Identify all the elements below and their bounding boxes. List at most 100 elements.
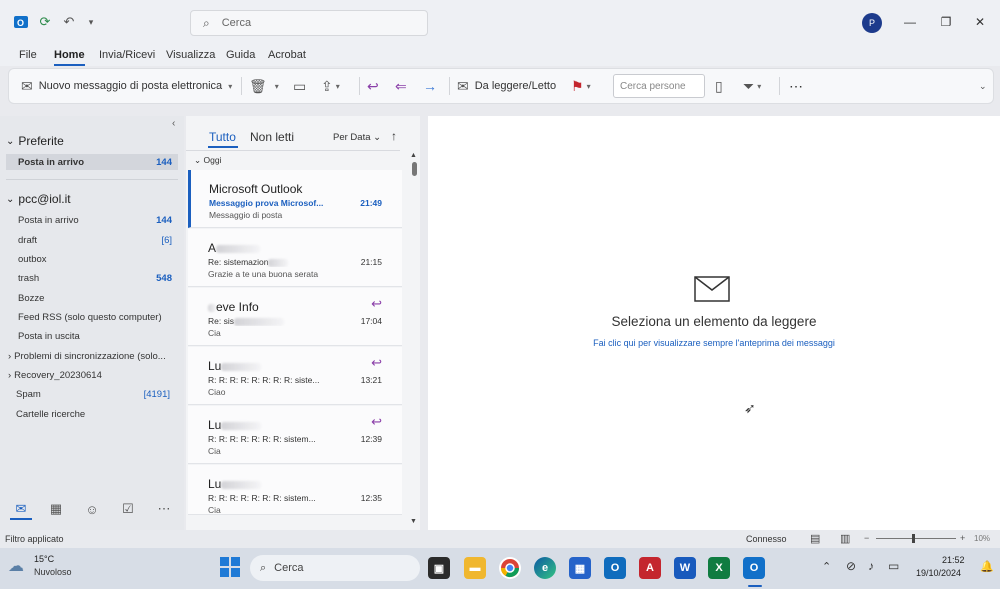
- restore-button[interactable]: ❐: [934, 12, 958, 32]
- tab-all[interactable]: Tutto: [209, 130, 236, 144]
- account-header[interactable]: ⌄ pcc@iol.it: [6, 192, 71, 206]
- folder-outbox[interactable]: outbox: [18, 251, 178, 267]
- clock-date[interactable]: 19/10/2024: [916, 568, 961, 578]
- scrollbar-thumb[interactable]: [412, 162, 417, 176]
- favorite-inbox[interactable]: Posta in arrivo 144: [6, 154, 178, 170]
- store-icon[interactable]: ▦: [569, 557, 591, 579]
- delete-button[interactable]: 🗑 ▾: [249, 69, 279, 103]
- move-button[interactable]: ⇪ ▾: [321, 69, 340, 103]
- scroll-up-arrow[interactable]: ▲: [410, 152, 417, 159]
- normal-view-icon[interactable]: ▤: [810, 532, 820, 545]
- folder-spam[interactable]: Spam [4191]: [16, 386, 176, 402]
- taskbar-search[interactable]: ⌕ Cerca: [250, 555, 420, 581]
- quick-access-dropdown-icon[interactable]: ▾: [82, 13, 100, 31]
- start-button[interactable]: [220, 557, 240, 580]
- filter-button[interactable]: ⏷ ▾: [743, 69, 761, 103]
- collapse-pane-icon[interactable]: ‹: [172, 118, 175, 129]
- scroll-down-arrow[interactable]: ▼: [410, 518, 417, 525]
- sort-direction-icon[interactable]: ↑: [391, 129, 397, 143]
- calendar-nav-icon[interactable]: ▦: [47, 500, 65, 518]
- favorites-header[interactable]: ⌄ Preferite: [6, 134, 64, 148]
- folder-sent-outbox[interactable]: Posta in uscita: [18, 328, 178, 344]
- tab-file[interactable]: File: [19, 49, 37, 61]
- message-item[interactable]: A Re: sistemazion Grazie a te una buona …: [188, 229, 402, 287]
- zoom-slider-thumb[interactable]: [912, 534, 915, 543]
- message-item[interactable]: Lu R: R: R: R: R: R: R: R: siste... Ciao…: [188, 347, 402, 405]
- reading-view-icon[interactable]: ▥: [840, 532, 850, 545]
- chevron-down-icon: ⌄: [6, 193, 15, 205]
- outlook-classic-icon[interactable]: O: [743, 557, 765, 579]
- sort-dropdown[interactable]: Per Data ⌄: [333, 132, 381, 143]
- tasks-nav-icon[interactable]: ☑: [119, 500, 137, 518]
- read-unread-button[interactable]: ✉ Da leggere/Letto: [457, 69, 556, 103]
- volume-icon[interactable]: ♪: [868, 559, 874, 573]
- folder-bozze[interactable]: Bozze: [18, 290, 178, 306]
- address-book-button[interactable]: ▯: [715, 69, 723, 103]
- acrobat-icon[interactable]: A: [639, 557, 661, 579]
- sync-icon[interactable]: ⟳: [36, 13, 54, 31]
- always-preview-link[interactable]: Fai clic qui per visualizzare sempre l'a…: [428, 338, 1000, 348]
- tab-send-receive[interactable]: Invia/Ricevi: [99, 49, 155, 61]
- zoom-slider[interactable]: [876, 538, 956, 539]
- tab-home[interactable]: Home: [54, 49, 85, 66]
- outlook-app-icon: O: [12, 13, 30, 31]
- minimize-button[interactable]: —: [898, 12, 922, 32]
- search-box[interactable]: ⌕ Cerca: [190, 10, 428, 36]
- weather-description[interactable]: Nuvoloso: [34, 567, 72, 577]
- clock-time[interactable]: 21:52: [942, 555, 965, 565]
- redacted-text: [221, 421, 262, 430]
- show-hidden-icons[interactable]: ⌃: [822, 560, 831, 573]
- folder-search-folders[interactable]: Cartelle ricerche: [16, 406, 176, 422]
- network-icon[interactable]: ⊘: [846, 559, 856, 573]
- message-item[interactable]: eve Info Re: sis Cia ↩ 17:04: [188, 288, 402, 346]
- folder-sync-issues[interactable]: › Problemi di sincronizzazione (solo...: [8, 348, 168, 364]
- message-time: 12:35: [360, 493, 382, 503]
- tab-help[interactable]: Guida: [226, 49, 255, 61]
- more-nav-icon[interactable]: ⋯: [155, 500, 173, 518]
- word-icon[interactable]: W: [674, 557, 696, 579]
- message-item[interactable]: Lu R: R: R: R: R: R: R: sistem... Cia 12…: [188, 465, 402, 515]
- new-message-button[interactable]: ✉ Nuovo messaggio di posta elettronica ▾: [21, 69, 232, 103]
- folder-trash[interactable]: trash 548: [18, 270, 178, 286]
- task-view-icon[interactable]: ▣: [428, 557, 450, 579]
- reply-button[interactable]: ↩: [367, 69, 379, 103]
- group-header[interactable]: ⌄ Oggi: [194, 155, 221, 166]
- tab-view[interactable]: Visualizza: [166, 49, 215, 61]
- weather-icon[interactable]: ☁: [8, 556, 24, 576]
- notifications-icon[interactable]: 🔔: [980, 560, 994, 573]
- battery-icon[interactable]: ▭: [888, 559, 899, 573]
- tab-unread[interactable]: Non letti: [250, 130, 294, 144]
- avatar[interactable]: P: [862, 13, 882, 33]
- folder-inbox[interactable]: Posta in arrivo 144: [18, 212, 178, 228]
- flag-button[interactable]: ⚑ ▾: [571, 69, 591, 103]
- reply-all-button[interactable]: ⇐: [395, 69, 407, 103]
- tab-acrobat[interactable]: Acrobat: [268, 49, 306, 61]
- message-preview: Messaggio di posta: [209, 210, 283, 220]
- undo-icon[interactable]: ↶: [60, 13, 78, 31]
- close-button[interactable]: ✕: [968, 12, 992, 32]
- more-options-icon[interactable]: ⋯: [789, 69, 803, 103]
- forward-button[interactable]: →: [423, 69, 437, 103]
- flag-icon: ⚑: [571, 77, 584, 94]
- file-explorer-icon[interactable]: ▬: [464, 557, 486, 579]
- mail-nav-icon[interactable]: ✉: [12, 500, 30, 518]
- expand-ribbon-icon[interactable]: ⌄: [979, 69, 987, 103]
- outlook-new-icon[interactable]: O: [604, 557, 626, 579]
- message-item[interactable]: Microsoft Outlook Messaggio prova Micros…: [188, 170, 402, 228]
- weather-temperature[interactable]: 15°C: [34, 554, 54, 564]
- excel-icon[interactable]: X: [708, 557, 730, 579]
- folder-rss-feeds[interactable]: Feed RSS (solo questo computer): [18, 309, 178, 325]
- folder-recovery[interactable]: › Recovery_20230614: [8, 367, 168, 383]
- edge-icon[interactable]: e: [534, 557, 556, 579]
- message-item[interactable]: Lu R: R: R: R: R: R: R: sistem... Cia ↩ …: [188, 406, 402, 464]
- archive-button[interactable]: ▭: [293, 69, 306, 103]
- title-bar: O ⟳ ↶ ▾ ⌕ Cerca P — ❐ ✕: [0, 0, 1000, 44]
- item-count: [4191]: [143, 388, 170, 400]
- zoom-out-button[interactable]: −: [864, 533, 869, 543]
- ribbon: ✉ Nuovo messaggio di posta elettronica ▾…: [8, 68, 994, 104]
- zoom-in-button[interactable]: +: [960, 533, 965, 543]
- people-nav-icon[interactable]: ☺: [83, 500, 101, 518]
- people-search-input[interactable]: Cerca persone: [613, 74, 705, 98]
- folder-draft[interactable]: draft [6]: [18, 232, 178, 248]
- chrome-icon[interactable]: [499, 557, 521, 579]
